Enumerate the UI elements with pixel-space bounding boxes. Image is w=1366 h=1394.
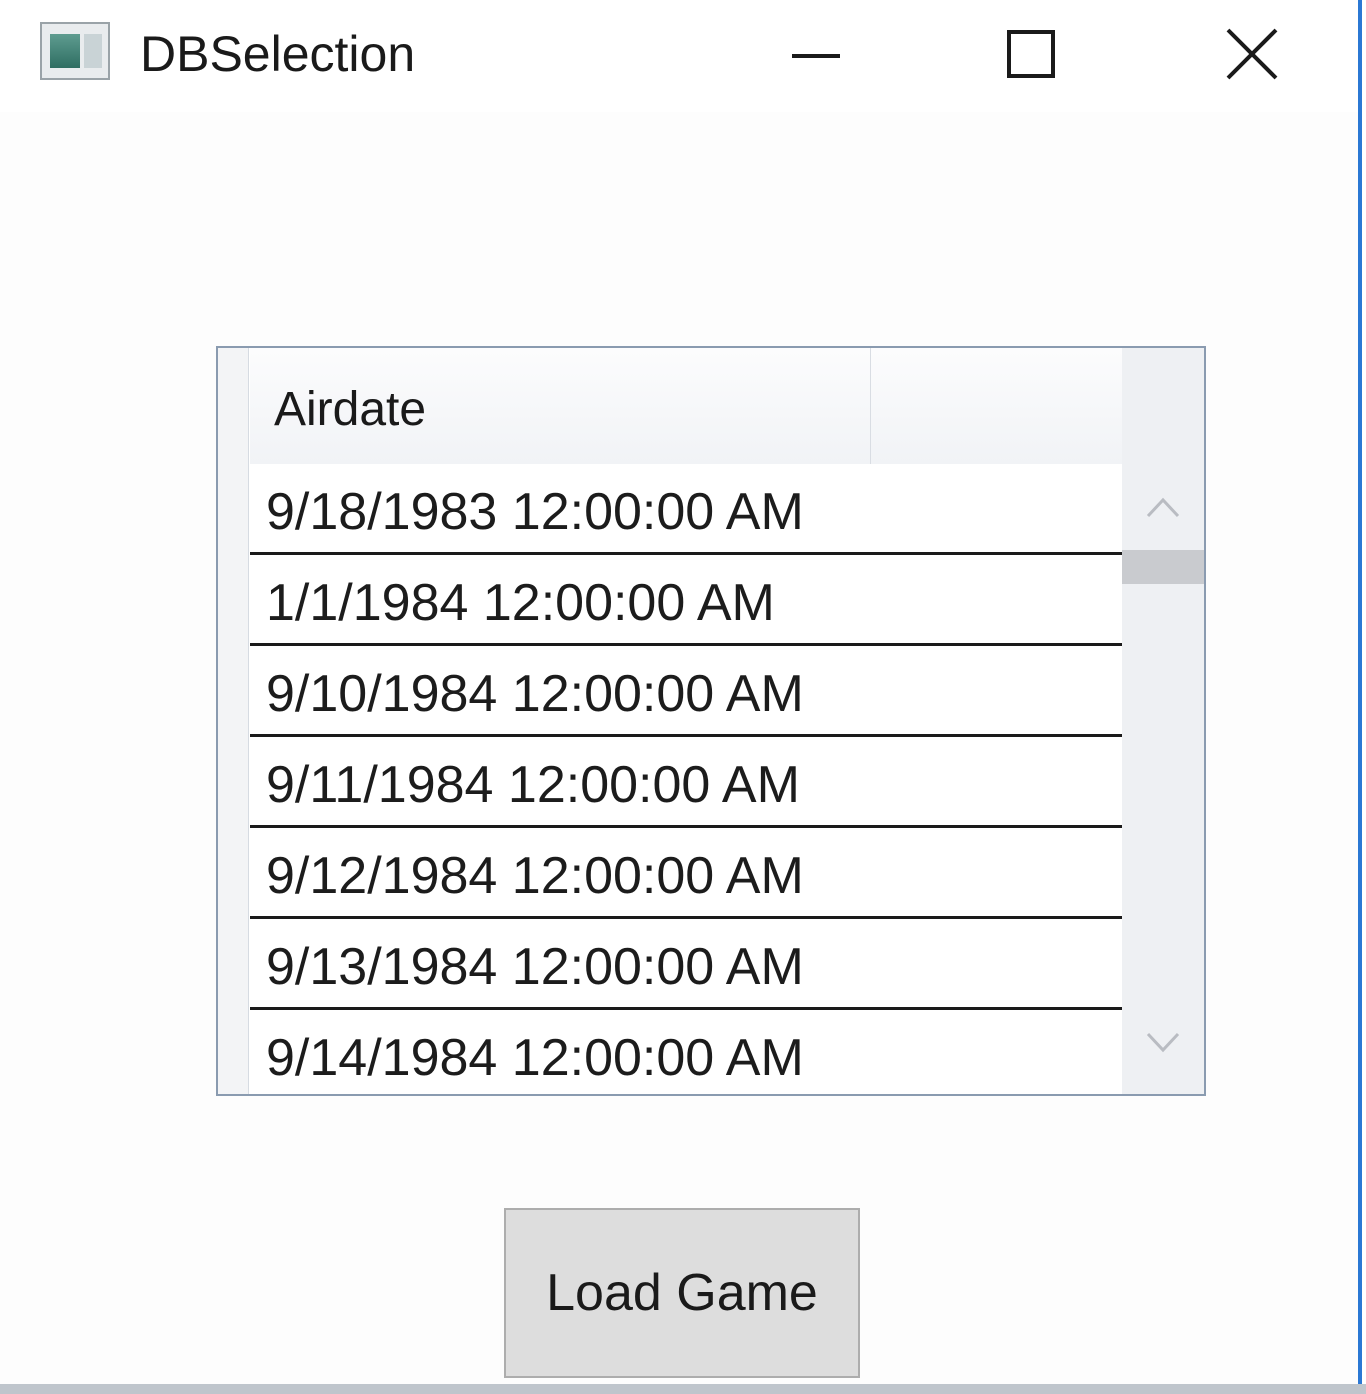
table-row[interactable]: 9/14/1984 12:00:00 AM — [250, 1010, 1122, 1094]
airdate-cell: 9/12/1984 12:00:00 AM — [266, 847, 804, 905]
close-button[interactable] — [1196, 0, 1306, 110]
scroll-thumb[interactable] — [1122, 550, 1204, 584]
window-title: DBSelection — [140, 26, 416, 82]
scroll-up-button[interactable] — [1122, 468, 1204, 558]
table-row[interactable]: 9/12/1984 12:00:00 AM — [250, 828, 1122, 919]
minimize-icon — [792, 54, 840, 58]
minimize-button[interactable] — [760, 0, 870, 110]
vertical-scrollbar[interactable] — [1122, 348, 1204, 1094]
chevron-down-icon — [1146, 1032, 1180, 1053]
column-header-label: Airdate — [274, 383, 427, 436]
column-header-airdate[interactable]: Airdate — [250, 348, 1122, 465]
row-header-strip[interactable] — [218, 348, 249, 1094]
table-row[interactable]: 9/10/1984 12:00:00 AM — [250, 646, 1122, 737]
table-row[interactable]: 9/13/1984 12:00:00 AM — [250, 919, 1122, 1010]
airdate-data-grid[interactable]: Airdate 9/18/1983 12:00:00 AM 1/1/1984 1… — [216, 346, 1206, 1096]
airdate-cell: 9/11/1984 12:00:00 AM — [266, 756, 800, 814]
maximize-icon — [1007, 30, 1055, 78]
airdate-cell: 1/1/1984 12:00:00 AM — [266, 574, 775, 632]
chevron-up-icon — [1146, 497, 1180, 518]
app-window-icon[interactable] — [40, 22, 110, 80]
column-divider[interactable] — [870, 348, 871, 464]
close-icon — [1226, 28, 1278, 80]
airdate-cell: 9/18/1983 12:00:00 AM — [266, 483, 804, 541]
title-bar[interactable]: DBSelection — [0, 0, 1358, 112]
app-icon-pane — [50, 34, 80, 68]
airdate-cell: 9/14/1984 12:00:00 AM — [266, 1029, 804, 1087]
scroll-down-button[interactable] — [1122, 1004, 1204, 1094]
grid-rows: 9/18/1983 12:00:00 AM 1/1/1984 12:00:00 … — [250, 464, 1122, 1094]
load-game-button[interactable]: Load Game — [504, 1208, 860, 1378]
maximize-button[interactable] — [975, 0, 1085, 110]
dbselection-window: DBSelection Airdate 9/18/1983 12:00:00 A… — [0, 0, 1362, 1384]
table-row[interactable]: 9/11/1984 12:00:00 AM — [250, 737, 1122, 828]
background-window-strip — [0, 1384, 1366, 1394]
airdate-cell: 9/10/1984 12:00:00 AM — [266, 665, 804, 723]
app-icon-pane-secondary — [84, 34, 102, 68]
table-row[interactable]: 1/1/1984 12:00:00 AM — [250, 555, 1122, 646]
table-row[interactable]: 9/18/1983 12:00:00 AM — [250, 464, 1122, 555]
airdate-cell: 9/13/1984 12:00:00 AM — [266, 938, 804, 996]
